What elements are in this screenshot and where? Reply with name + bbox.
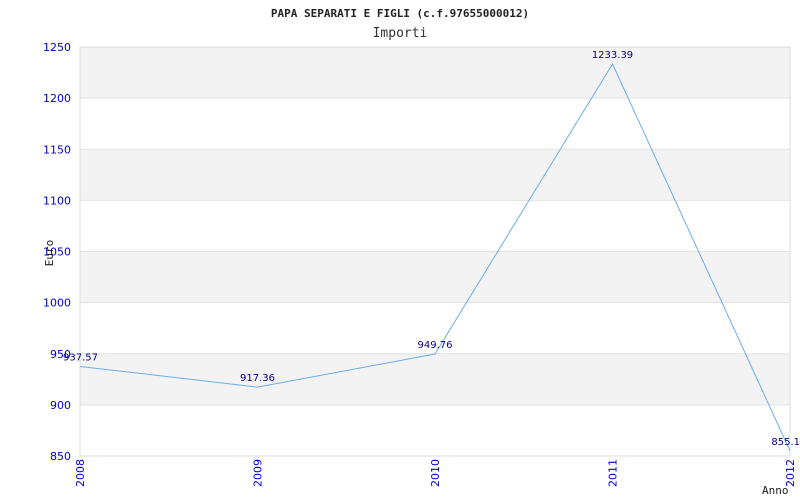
- y-tick-label: 1200: [43, 92, 71, 105]
- grid-band: [80, 98, 790, 150]
- y-tick-label: 1250: [43, 41, 71, 54]
- x-tick-label: 2008: [74, 459, 87, 487]
- grid-band: [80, 251, 790, 303]
- x-axis-label: Anno: [762, 484, 789, 497]
- grid-band: [80, 404, 790, 456]
- line-chart: 850900950100010501100115012001250 2008 20…: [43, 7, 800, 497]
- x-tick-label: 2010: [429, 459, 442, 487]
- x-axis-ticks: 2008 2009 2010 2011 2012: [74, 459, 797, 487]
- data-label: 855.1: [771, 437, 800, 448]
- grid-band: [80, 149, 790, 201]
- y-tick-label: 1100: [43, 194, 71, 207]
- y-axis-label: Euro: [43, 240, 56, 267]
- data-label: 917.36: [240, 373, 275, 384]
- data-label: 937.57: [63, 352, 98, 363]
- y-tick-label: 900: [50, 399, 71, 412]
- data-label: 1233.39: [592, 50, 633, 61]
- y-tick-label: 1000: [43, 297, 71, 310]
- y-tick-label: 850: [50, 450, 71, 463]
- chart-title: PAPA SEPARATI E FIGLI (c.f.97655000012): [271, 7, 529, 20]
- x-tick-label: 2009: [252, 459, 265, 487]
- x-tick-label: 2012: [784, 459, 797, 487]
- grid-band: [80, 200, 790, 252]
- chart-subtitle: Importi: [373, 26, 428, 41]
- grid-band: [80, 47, 790, 99]
- y-tick-label: 1150: [43, 143, 71, 156]
- x-tick-label: 2011: [607, 459, 620, 487]
- data-label: 949.76: [418, 340, 453, 351]
